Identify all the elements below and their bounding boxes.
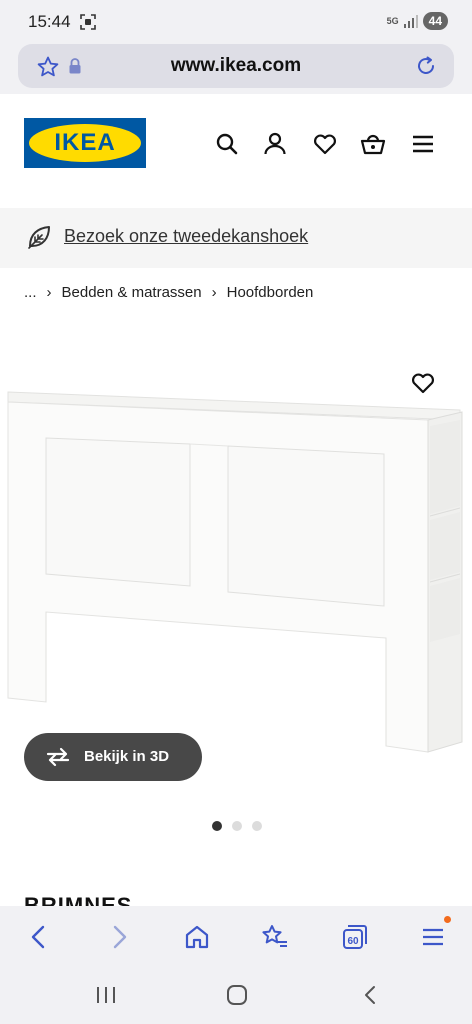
pagination-dot-active[interactable] [212, 821, 222, 831]
product-name: BRIMNES [24, 893, 133, 907]
breadcrumb-ellipsis[interactable]: ... [24, 284, 37, 301]
forward-icon[interactable] [104, 922, 134, 952]
status-time: 15:44 [28, 12, 71, 31]
tabs-icon[interactable]: 60 [340, 922, 370, 952]
view-3d-label: Bekijk in 3D [84, 748, 170, 765]
second-hand-banner[interactable]: Bezoek onze tweedekanshoek [0, 208, 472, 268]
recent-apps-icon[interactable] [94, 984, 118, 1006]
back-icon[interactable] [24, 922, 54, 952]
system-navigation-bar [0, 968, 472, 1024]
rotate-3d-icon [46, 747, 70, 767]
tabs-count: 60 [347, 936, 359, 947]
status-bar: 15:44 5G 44 [0, 0, 472, 44]
browser-url-area: www.ikea.com [0, 44, 472, 94]
site-header: IKEA [0, 94, 472, 208]
basket-icon[interactable] [360, 131, 386, 157]
logo-text: IKEA [54, 129, 116, 156]
pagination-dot[interactable] [252, 821, 262, 831]
status-indicators: 5G 44 [387, 12, 448, 30]
account-icon[interactable] [262, 131, 288, 157]
home-button-icon[interactable] [226, 984, 248, 1006]
system-back-icon[interactable] [360, 984, 380, 1006]
browser-menu-icon[interactable] [418, 922, 448, 952]
network-label: 5G [386, 15, 399, 26]
search-icon[interactable] [214, 131, 240, 157]
pagination-dot[interactable] [232, 821, 242, 831]
bookmarks-icon[interactable] [260, 922, 290, 952]
product-image-carousel[interactable] [0, 330, 472, 800]
signal-icon [403, 15, 418, 28]
view-3d-button[interactable]: Bekijk in 3D [24, 733, 202, 781]
reload-icon[interactable] [414, 54, 438, 78]
chevron-right-icon: › [46, 284, 52, 301]
banner-link[interactable]: Bezoek onze tweedekanshoek [64, 226, 308, 247]
home-icon[interactable] [182, 922, 212, 952]
url-bar[interactable]: www.ikea.com [18, 44, 454, 88]
leaf-icon [28, 226, 50, 249]
product-image-headboard [7, 391, 463, 753]
notification-dot [444, 916, 451, 923]
breadcrumb: ... › Bedden & matrassen › Hoofdborden [24, 284, 313, 301]
url-text[interactable]: www.ikea.com [18, 55, 454, 77]
screen-record-icon [80, 14, 96, 30]
menu-icon[interactable] [410, 131, 436, 157]
ikea-logo[interactable]: IKEA [24, 118, 146, 168]
battery-level: 44 [422, 12, 448, 30]
breadcrumb-headboards[interactable]: Hoofdborden [227, 284, 314, 301]
heart-icon[interactable] [312, 131, 338, 157]
image-pagination [212, 821, 262, 831]
chevron-right-icon: › [211, 284, 217, 301]
breadcrumb-beds[interactable]: Bedden & matrassen [62, 284, 202, 301]
browser-toolbar: 60 [0, 906, 472, 968]
